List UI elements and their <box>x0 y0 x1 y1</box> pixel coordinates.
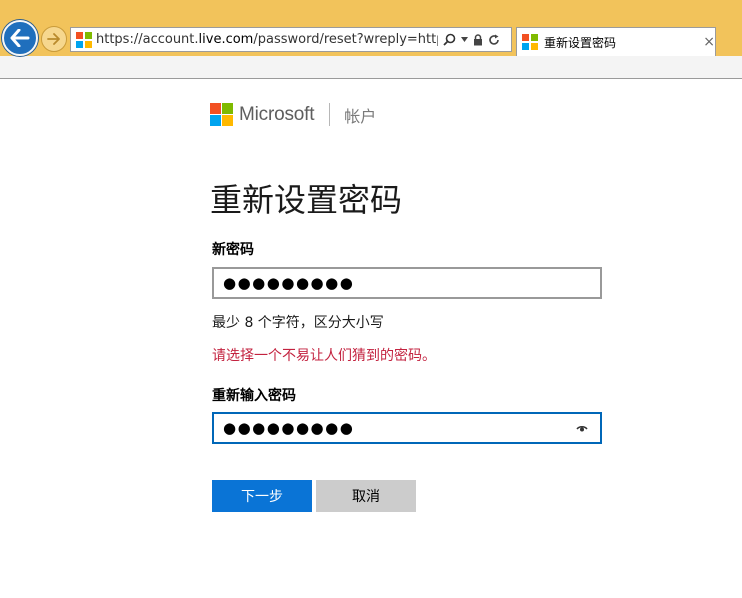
confirm-password-value: ●●●●●●●●● <box>223 419 355 437</box>
arrow-left-icon <box>10 29 30 47</box>
site-favicon <box>76 31 92 48</box>
browser-tab[interactable]: 重新设置密码 × <box>516 27 716 56</box>
arrow-right-icon <box>47 33 60 45</box>
page-title: 重新设置密码 <box>210 181 403 219</box>
chevron-down-icon[interactable] <box>461 37 468 42</box>
address-bar[interactable]: https://account.live.com/password/reset?… <box>70 27 512 52</box>
brand-header: Microsoft 帐户 <box>210 103 376 126</box>
new-password-field[interactable]: ●●●●●●●●● <box>212 267 602 299</box>
new-password-label: 新密码 <box>212 242 254 258</box>
password-error: 请选择一个不易让人们猜到的密码。 <box>212 348 436 364</box>
confirm-password-field[interactable]: ●●●●●●●●● <box>212 412 602 444</box>
new-password-value: ●●●●●●●●● <box>223 274 355 292</box>
next-button[interactable]: 下一步 <box>212 480 312 512</box>
lock-icon[interactable] <box>473 33 483 46</box>
close-icon[interactable]: × <box>703 34 715 50</box>
brand-section: 帐户 <box>344 106 377 126</box>
tab-title: 重新设置密码 <box>544 35 617 50</box>
cancel-button[interactable]: 取消 <box>316 480 416 512</box>
back-button[interactable] <box>2 20 38 56</box>
tab-favicon <box>522 34 538 50</box>
browser-toolbar-strip <box>0 56 742 79</box>
confirm-password-label: 重新输入密码 <box>212 388 296 404</box>
forward-button[interactable] <box>41 26 67 52</box>
eye-icon[interactable] <box>576 423 588 433</box>
password-hint: 最少 8 个字符，区分大小写 <box>212 315 384 331</box>
microsoft-logo-icon <box>210 103 233 126</box>
brand-divider <box>329 103 331 126</box>
refresh-icon[interactable] <box>488 34 500 46</box>
url-text[interactable]: https://account.live.com/password/reset?… <box>96 32 438 47</box>
search-icon[interactable] <box>443 33 456 46</box>
brand-name: Microsoft <box>239 103 315 125</box>
